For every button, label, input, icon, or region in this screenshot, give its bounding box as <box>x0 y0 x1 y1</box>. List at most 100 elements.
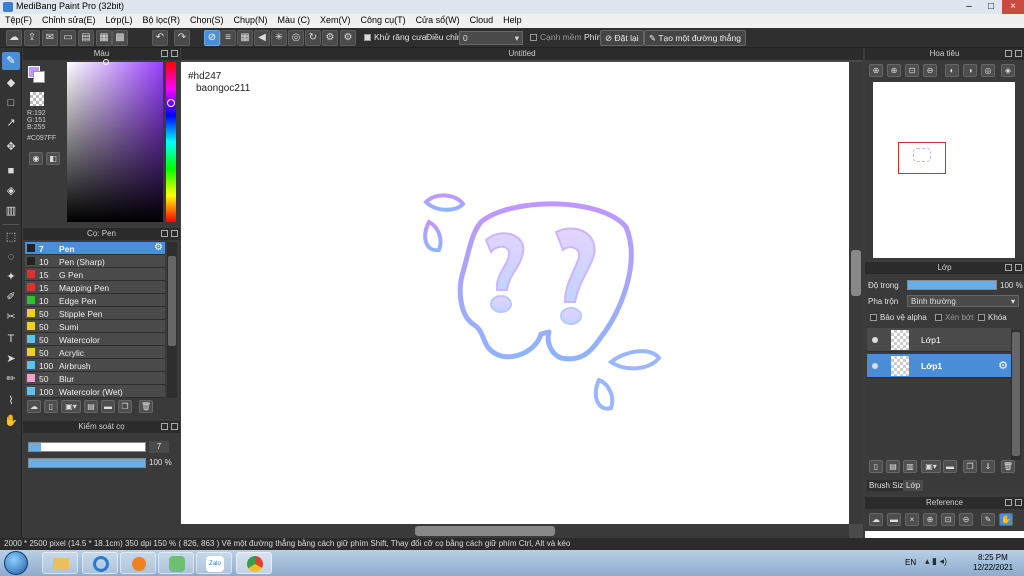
menu-item[interactable]: Tệp(F) <box>0 14 37 28</box>
ref-open-icon[interactable]: ▬ <box>887 513 901 526</box>
panel-close-icon[interactable] <box>171 50 178 57</box>
taskbar-explorer-icon[interactable] <box>42 552 78 574</box>
hue-slider[interactable] <box>166 62 176 222</box>
lasso-tool-icon[interactable]: ◌ <box>2 248 20 266</box>
layer-item[interactable]: Lớp1 ⚙ <box>867 354 1011 378</box>
transparent-swatch[interactable] <box>30 92 44 106</box>
nav-zoom-icon[interactable]: ⊖ <box>923 64 937 77</box>
navigator-preview[interactable] <box>873 82 1015 258</box>
panel-close-icon[interactable] <box>171 423 178 430</box>
curve-snap-icon[interactable]: ↻ <box>305 30 321 46</box>
bucket-tool-icon[interactable]: ◈ <box>2 182 20 200</box>
brush-item[interactable]: 100 Airbrush <box>25 359 165 372</box>
reference-view[interactable] <box>865 531 1024 538</box>
nav-zoom-in-icon[interactable]: ⊕ <box>869 64 883 77</box>
clipping-checkbox[interactable] <box>935 314 942 321</box>
nav-reset-rotation-icon[interactable]: ◎ <box>981 64 995 77</box>
ref-zoom-out-icon[interactable]: ⊖ <box>959 513 973 526</box>
taskbar-ie-icon[interactable] <box>82 552 118 574</box>
canvas-vertical-scrollbar[interactable] <box>849 62 863 524</box>
drawing-canvas[interactable]: #hd247 baongoc211 <box>181 62 849 524</box>
snap-off-icon[interactable]: ⊘ <box>204 30 220 46</box>
radial-snap-icon[interactable]: ✳ <box>271 30 287 46</box>
menu-item[interactable]: Xem(V) <box>315 14 356 28</box>
brush-delete-icon[interactable]: 🗑 <box>139 400 153 413</box>
nav-fit-icon[interactable]: ⊡ <box>905 64 919 77</box>
layer-new-8bit-icon[interactable]: ▥ <box>903 460 917 473</box>
secondary-color-swatch[interactable] <box>33 71 45 83</box>
undo-icon[interactable]: ↶ <box>152 30 168 46</box>
canvas-tab[interactable]: Untitled <box>181 48 863 60</box>
layer-folder-icon[interactable]: ▬ <box>943 460 957 473</box>
saturation-value-box[interactable] <box>67 59 163 222</box>
brush-properties-icon[interactable]: ▤ <box>84 400 98 413</box>
layer-blend-select[interactable]: Bình thường ▾ <box>907 295 1019 307</box>
layer-settings-icon[interactable]: ⚙ <box>998 359 1008 372</box>
brush-item[interactable]: 50 Sumi <box>25 320 165 333</box>
grid-icon[interactable]: ▦ <box>96 30 112 46</box>
color-history-icon[interactable]: ◧ <box>46 152 60 165</box>
move-tool-icon[interactable]: ✥ <box>2 138 20 156</box>
ref-zoom-in-icon[interactable]: ⊕ <box>923 513 937 526</box>
brush-size-slider[interactable] <box>28 442 146 452</box>
grid-snap-icon[interactable]: ▦ <box>237 30 253 46</box>
brush-item[interactable]: 50 Acrylic <box>25 346 165 359</box>
brush-copy-icon[interactable]: ❐ <box>118 400 132 413</box>
menu-item[interactable]: Cloud <box>465 14 499 28</box>
divide-tool-icon[interactable]: ✏ <box>2 370 20 388</box>
brush-item[interactable]: 10 Edge Pen <box>25 294 165 307</box>
text-tool-icon[interactable]: T <box>2 330 20 348</box>
eraser-tool-icon[interactable]: ◆ <box>2 74 20 92</box>
layer-new-icon[interactable]: ▯ <box>869 460 883 473</box>
blur-tool-icon[interactable]: ↗ <box>2 114 20 132</box>
menu-item[interactable]: Chụp(N) <box>229 14 273 28</box>
brush-list-scrollbar[interactable] <box>167 242 177 398</box>
menu-item[interactable]: Cửa sổ(W) <box>411 14 465 28</box>
panel-float-icon[interactable] <box>161 230 168 237</box>
menu-item[interactable]: Help <box>498 14 527 28</box>
brush-opacity-slider[interactable] <box>28 458 146 468</box>
panel-float-icon[interactable] <box>1005 499 1012 506</box>
ref-cloud-icon[interactable]: ☁ <box>869 513 883 526</box>
soft-edge-checkbox[interactable] <box>530 34 537 41</box>
nav-flip-icon[interactable]: ◈ <box>1001 64 1015 77</box>
panel-close-icon[interactable] <box>1015 50 1022 57</box>
language-indicator[interactable]: EN <box>905 558 916 567</box>
select-eraser-tool-icon[interactable]: ✂ <box>2 308 20 326</box>
brush-item[interactable]: 15 Mapping Pen <box>25 281 165 294</box>
operation-tool-icon[interactable]: ➤ <box>2 350 20 368</box>
clock-time[interactable]: 8:25 PM <box>978 553 1008 562</box>
layer-new-halftone-icon[interactable]: ▤ <box>886 460 900 473</box>
eye-icon[interactable] <box>872 363 878 369</box>
ref-eyedropper-icon[interactable]: ✎ <box>981 513 995 526</box>
eyedropper-tool-icon[interactable]: ⌇ <box>2 392 20 410</box>
parallel-snap-icon[interactable]: ≡ <box>220 30 236 46</box>
dot-tool-icon[interactable]: □ <box>2 94 20 112</box>
nav-rotate-right-icon[interactable]: ◑ <box>963 64 977 77</box>
taskbar-zalo-icon[interactable]: Zalo <box>196 552 232 574</box>
menu-item[interactable]: Lớp(L) <box>101 14 138 28</box>
ref-hand-icon[interactable]: ✋ <box>999 513 1013 526</box>
create-line-button[interactable]: ✎ Tạo một đường thẳng <box>644 30 746 46</box>
brush-tool-icon[interactable]: ✎ <box>2 52 20 70</box>
close-button[interactable]: × <box>1002 0 1024 14</box>
menu-item[interactable]: Màu (C) <box>273 14 316 28</box>
settings-icon[interactable]: ⚙ <box>340 30 356 46</box>
panel-close-icon[interactable] <box>1015 264 1022 271</box>
upload-icon[interactable]: ⇪ <box>24 30 40 46</box>
cloud-icon[interactable]: ☁ <box>6 30 22 46</box>
tab-layer[interactable]: Lớp <box>903 480 924 491</box>
brush-item[interactable]: 50 Stipple Pen <box>25 307 165 320</box>
menu-item[interactable]: Chọn(S) <box>185 14 229 28</box>
eye-icon[interactable] <box>872 337 878 343</box>
tray-icons[interactable]: ▴ ▮ ◂) <box>925 556 947 567</box>
menu-item[interactable]: Bộ lọc(R) <box>137 14 185 28</box>
brush-item[interactable]: 50 Watercolor <box>25 333 165 346</box>
fill-shape-tool-icon[interactable]: ■ <box>2 162 20 180</box>
maximize-button[interactable]: □ <box>980 0 1002 14</box>
panel-float-icon[interactable] <box>161 50 168 57</box>
redo-icon[interactable]: ↷ <box>174 30 190 46</box>
layer-add-menu-icon[interactable]: ▣▾ <box>921 460 941 473</box>
nav-rotate-left-icon[interactable]: ◐ <box>945 64 959 77</box>
gradient-tool-icon[interactable]: ▥ <box>2 202 20 220</box>
